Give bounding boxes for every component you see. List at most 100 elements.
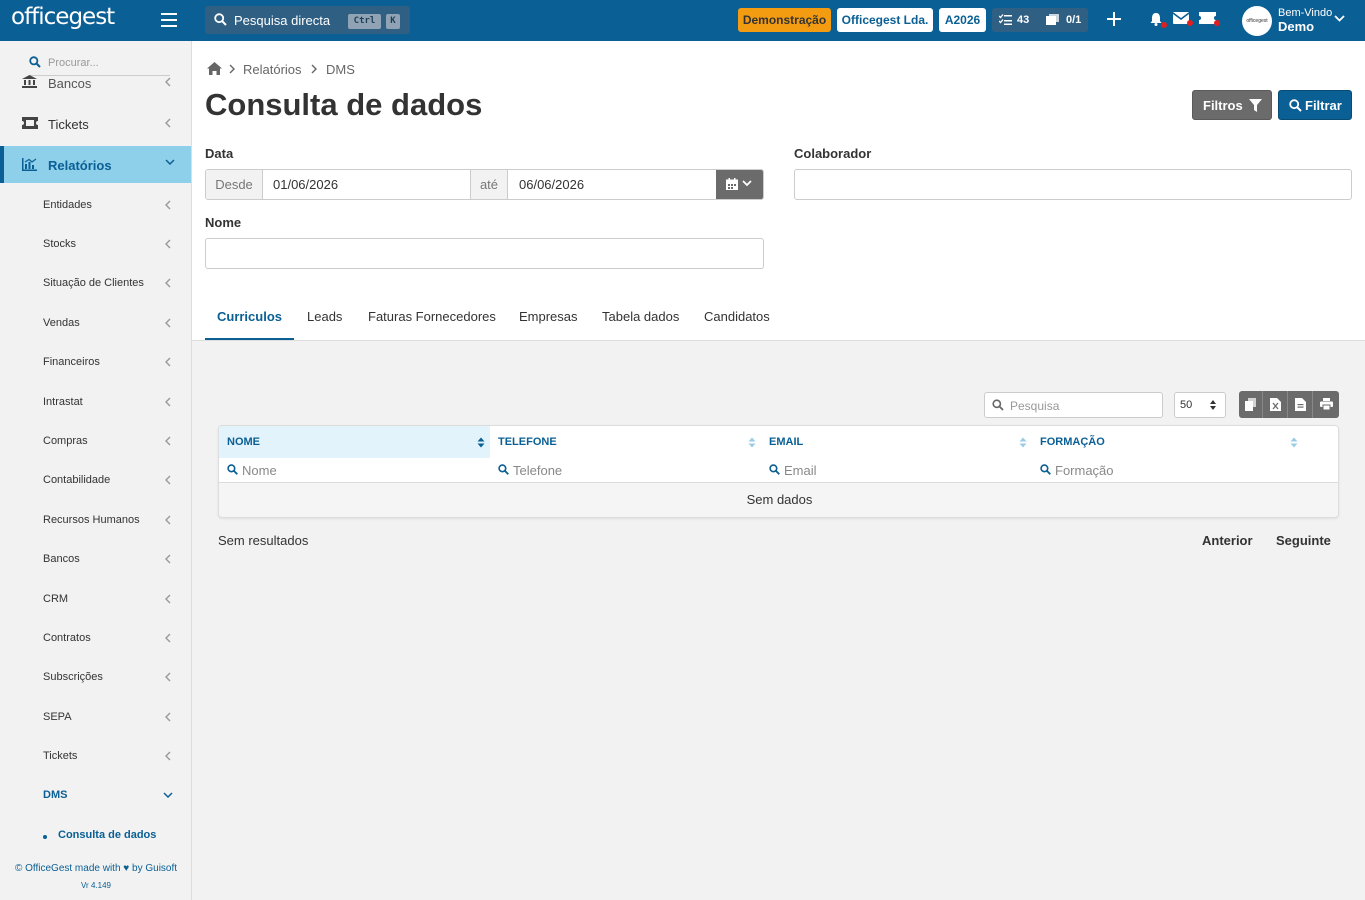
sidebar-item-consulta-de-dados[interactable]: Consulta de dados [0,821,191,851]
chevron-left-icon [165,278,171,288]
bank-icon [22,75,37,88]
column-header-label: NOME [227,436,260,448]
filter-email-input[interactable]: Email [761,458,1032,483]
app-version: Vr 4.149 [81,881,111,890]
company-badge[interactable]: Officegest Lda. [837,8,933,32]
demo-badge[interactable]: Demonstração [738,8,831,32]
tab-leads[interactable]: Leads [307,298,342,340]
table-search-input[interactable]: Pesquisa [984,392,1163,418]
sidebar-item-label: Contratos [43,632,91,644]
sort-icon [1019,437,1027,448]
sidebar-item-situacao-clientes[interactable]: Situação de Clientes [0,269,191,299]
sidebar-item-label: Compras [43,435,88,447]
envelope-icon[interactable] [1173,12,1193,26]
chevron-right-icon [311,64,317,74]
chevron-left-icon [165,475,171,485]
column-header-label: FORMAÇÃO [1040,436,1105,448]
sidebar-item-stocks[interactable]: Stocks [0,230,191,260]
tasks-count: 43 [1017,14,1030,26]
filter-nome-input[interactable]: Nome [219,458,490,483]
page-size-select[interactable]: 50 [1174,392,1226,418]
shortcut-k-key: K [386,14,400,29]
copy-button[interactable] [1239,391,1263,418]
pagination-next-button[interactable]: Seguinte [1276,533,1331,548]
tab-tabela-dados[interactable]: Tabela dados [602,298,679,340]
sidebar-item-crm[interactable]: CRM [0,585,191,615]
apply-filter-button[interactable]: Filtrar [1278,90,1352,120]
sidebar-item-label: Vendas [43,317,80,329]
menu-toggle-icon[interactable] [161,13,177,27]
tasks-widget[interactable]: 43 0/1 [992,8,1088,32]
data-table: NOME TELEFONE EMAIL FORMAÇÃO Nome Telefo… [218,425,1339,518]
sidebar-item-label: Financeiros [43,356,100,368]
sidebar-item-entidades[interactable]: Entidades [0,191,191,221]
chevron-left-icon [165,357,171,367]
chevron-down-icon[interactable] [1334,15,1345,22]
tab-curriculos[interactable]: Curriculos [205,298,294,340]
sidebar: Procurar... Bancos Tickets Relatórios En… [0,41,192,900]
user-name[interactable]: Demo [1278,19,1314,34]
sidebar-item-label: Bancos [43,553,80,565]
home-icon[interactable] [207,62,222,75]
chevron-left-icon [165,436,171,446]
add-new-icon[interactable] [1107,12,1121,26]
bell-icon[interactable] [1149,12,1167,28]
tab-candidatos[interactable]: Candidatos [704,298,770,340]
sidebar-item-bancos-sub[interactable]: Bancos [0,545,191,575]
sidebar-item-contratos[interactable]: Contratos [0,624,191,654]
chevron-left-icon [165,751,171,761]
column-header-label: EMAIL [769,436,804,448]
quick-search-button[interactable]: Pesquisa directa Ctrl K [205,6,410,34]
date-from-input[interactable]: 01/06/2026 [273,177,338,192]
column-header-nome[interactable]: NOME [219,426,490,458]
column-header-email[interactable]: EMAIL [761,426,1032,458]
filters-button[interactable]: Filtros [1192,90,1272,120]
nome-input[interactable] [205,238,764,269]
sidebar-item-compras[interactable]: Compras [0,427,191,457]
sidebar-item-tickets[interactable]: Tickets [0,105,191,143]
chevron-left-icon [165,239,171,249]
date-to-input[interactable]: 06/06/2026 [519,177,584,192]
sidebar-item-contabilidade[interactable]: Contabilidade [0,466,191,496]
search-icon [214,13,227,26]
colaborador-select[interactable] [794,169,1352,200]
pagination-previous-button[interactable]: Anterior [1202,533,1253,548]
sidebar-item-label: Bancos [48,76,92,91]
csv-export-button[interactable] [1289,391,1313,418]
sidebar-item-relatorios[interactable]: Relatórios [0,146,191,183]
tab-empresas[interactable]: Empresas [519,298,578,340]
excel-export-button[interactable] [1264,391,1288,418]
date-picker-button[interactable] [716,170,763,199]
filter-formacao-input[interactable]: Formação [1032,458,1303,483]
quick-search-label: Pesquisa directa [234,13,331,28]
footer-credits-pre: © OfficeGest made with [14,863,121,874]
fiscal-year-badge[interactable]: A2026 [939,8,986,32]
search-icon [227,464,238,475]
sidebar-item-bancos[interactable]: Bancos [0,73,191,93]
tab-faturas-fornecedores[interactable]: Faturas Fornecedores [368,298,496,340]
chevron-left-icon [165,397,171,407]
user-avatar[interactable]: officegest [1242,6,1272,36]
print-button[interactable] [1314,391,1338,418]
sidebar-item-recursos-humanos[interactable]: Recursos Humanos [0,506,191,536]
colaborador-label: Colaborador [794,146,872,161]
ticket-icon[interactable] [1199,12,1220,26]
sidebar-item-dms[interactable]: DMS [0,781,191,811]
breadcrumb-item[interactable]: DMS [326,62,355,77]
sidebar-item-financeiros[interactable]: Financeiros [0,348,191,378]
breadcrumb-item[interactable]: Relatórios [243,62,302,77]
sidebar-item-vendas[interactable]: Vendas [0,309,191,339]
sidebar-item-tickets-sub[interactable]: Tickets [0,742,191,772]
footer-credits-post: by Guisoft [132,863,178,874]
filter-telefone-input[interactable]: Telefone [490,458,761,483]
page-size-value: 50 [1180,399,1193,411]
sidebar-item-subscricoes[interactable]: Subscrições [0,663,191,693]
column-header-formacao[interactable]: FORMAÇÃO [1032,426,1303,458]
sidebar-item-sepa[interactable]: SEPA [0,703,191,733]
sidebar-item-intrastat[interactable]: Intrastat [0,388,191,418]
table-search-placeholder: Pesquisa [1010,399,1060,413]
officegest-logo[interactable]: officegest [11,4,115,30]
column-header-telefone[interactable]: TELEFONE [490,426,761,458]
sort-icon [1290,437,1298,448]
top-navbar: officegest Pesquisa directa Ctrl K Demon… [0,0,1365,41]
